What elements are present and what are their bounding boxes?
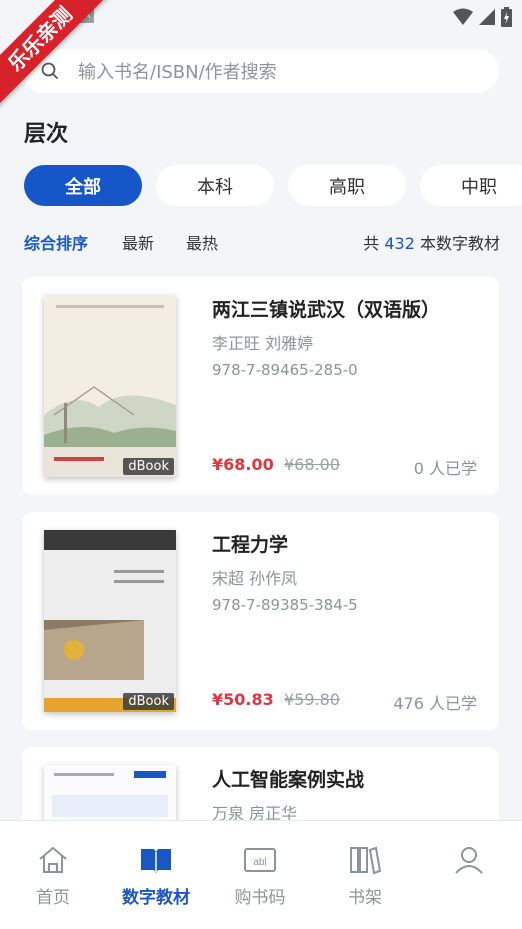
count-suffix: 本数字教材 <box>419 234 500 253</box>
chip-all[interactable]: 全部 <box>24 165 142 206</box>
level-chips: 全部 本科 高职 中职 <box>24 165 522 206</box>
battery-icon <box>501 7 512 27</box>
book-card[interactable]: dBook 工程力学 宋超 孙作凤 978-7-89385-384-5 ¥50.… <box>22 512 499 730</box>
search-icon <box>40 61 60 81</box>
nav-home-label: 首页 <box>36 888 70 908</box>
book-price: ¥68.00 <box>212 455 274 474</box>
cover-illustration <box>44 295 176 477</box>
open-book-icon <box>139 845 173 875</box>
signal-icon <box>479 9 495 25</box>
bookshelf-icon <box>348 845 382 875</box>
search-bar[interactable]: 输入书名/ISBN/作者搜索 <box>22 49 499 93</box>
sort-bar: 综合排序 最新 最热 共 432 本数字教材 <box>24 230 500 254</box>
dbook-badge: dBook <box>123 458 174 475</box>
chip-higher-vocational[interactable]: 高职 <box>288 165 406 206</box>
book-title[interactable]: 工程力学 <box>212 530 288 557</box>
status-bar: 乐乐亲测 A <box>0 0 522 108</box>
nav-digital-textbooks[interactable]: 数字教材 <box>116 845 196 908</box>
status-icons <box>453 7 512 27</box>
cover-illustration <box>44 530 176 712</box>
book-learner-count: 0 人已学 <box>413 459 477 478</box>
chip-undergraduate[interactable]: 本科 <box>156 165 274 206</box>
result-count: 共 432 本数字教材 <box>363 230 500 254</box>
level-section-title: 层次 <box>24 122 69 147</box>
chip-secondary-vocational[interactable]: 中职 <box>420 165 522 206</box>
sort-comprehensive[interactable]: 综合排序 <box>24 230 88 254</box>
nav-purchase-code-label: 购书码 <box>234 888 286 908</box>
code-icon: abl <box>243 845 277 875</box>
book-card[interactable]: dBook 两江三镇说武汉（双语版） 李正旺 刘雅婷 978-7-89465-2… <box>22 277 499 495</box>
profile-icon <box>452 845 486 875</box>
svg-text:abl: abl <box>253 857 266 868</box>
nav-bookshelf[interactable]: 书架 <box>325 845 405 908</box>
book-authors: 李正旺 刘雅婷 <box>212 334 314 353</box>
book-original-price: ¥59.80 <box>284 690 340 709</box>
nav-bookshelf-label: 书架 <box>348 888 382 908</box>
book-original-price: ¥68.00 <box>284 455 340 474</box>
sort-newest[interactable]: 最新 <box>122 230 154 254</box>
book-cover: dBook <box>44 295 176 477</box>
count-number: 432 <box>384 234 415 253</box>
book-cover: dBook <box>44 530 176 712</box>
dbook-badge: dBook <box>123 693 174 710</box>
wifi-icon <box>453 8 473 25</box>
nav-profile[interactable] <box>429 845 509 883</box>
book-authors: 宋超 孙作凤 <box>212 569 298 588</box>
bottom-navigation: 首页 数字教材 abl 购书码 书架 <box>0 820 522 929</box>
home-icon <box>36 845 70 875</box>
nav-digital-textbooks-label: 数字教材 <box>122 888 190 908</box>
book-title[interactable]: 人工智能案例实战 <box>212 765 364 792</box>
book-isbn: 978-7-89385-384-5 <box>212 596 358 614</box>
nav-home[interactable]: 首页 <box>13 845 93 908</box>
count-prefix: 共 <box>363 234 380 253</box>
book-learner-count: 476 人已学 <box>393 694 477 713</box>
search-input[interactable]: 输入书名/ISBN/作者搜索 <box>78 58 277 84</box>
book-price: ¥50.83 <box>212 690 274 709</box>
sort-hottest[interactable]: 最热 <box>186 230 218 254</box>
nav-purchase-code[interactable]: abl 购书码 <box>220 845 300 908</box>
book-isbn: 978-7-89465-285-0 <box>212 361 358 379</box>
book-title[interactable]: 两江三镇说武汉（双语版） <box>212 295 440 322</box>
